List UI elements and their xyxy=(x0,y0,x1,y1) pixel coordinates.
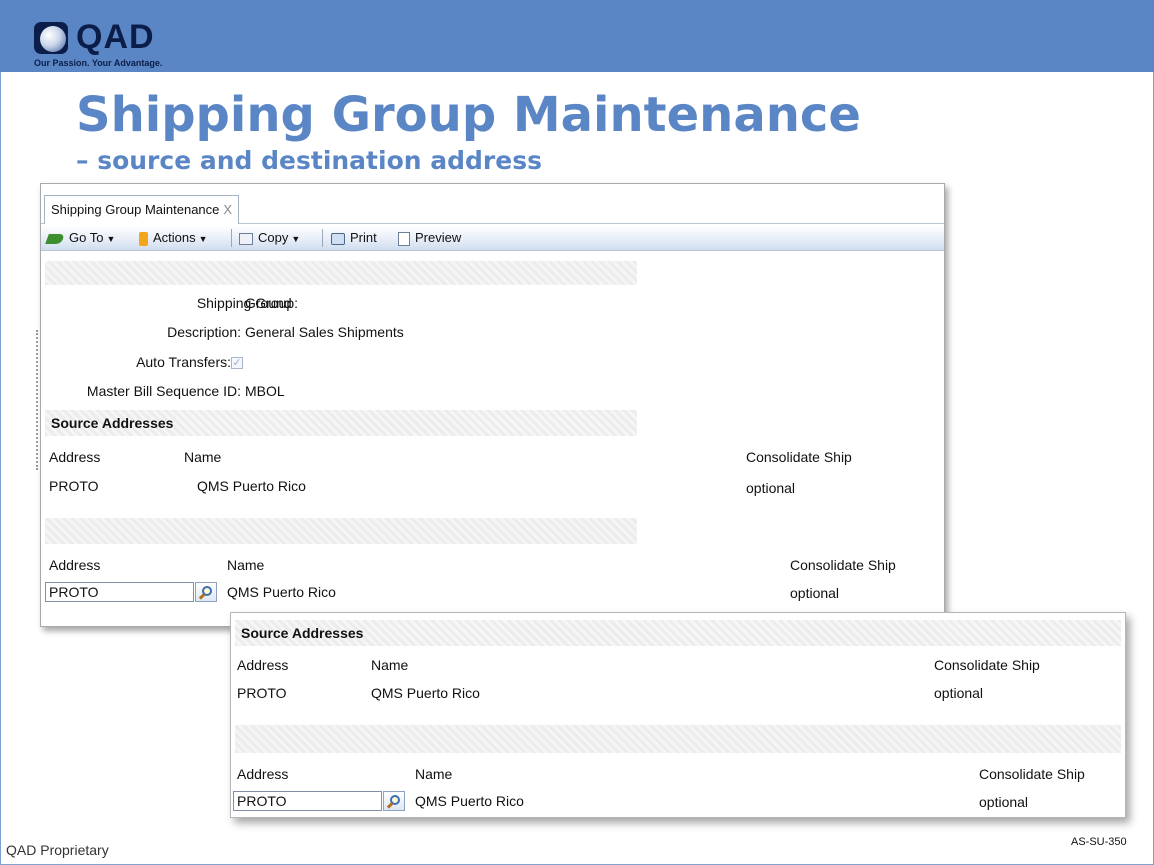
description-value: General Sales Shipments xyxy=(245,324,404,340)
slide-title: Shipping Group Maintenance xyxy=(76,87,861,143)
preview-button[interactable]: Preview xyxy=(398,230,461,246)
preview-label: Preview xyxy=(415,230,462,245)
zoom-edit-header-name: Name xyxy=(415,766,453,782)
copy-button[interactable]: Copy ▼ xyxy=(239,230,300,245)
goto-label: Go To xyxy=(69,230,104,245)
address-lookup-button[interactable] xyxy=(195,582,217,602)
zoom-row-consolidate[interactable]: optional xyxy=(934,685,983,701)
chevron-down-icon: ▼ xyxy=(198,234,208,244)
description-label: Description: xyxy=(167,324,241,340)
printer-icon xyxy=(331,232,345,245)
zoom-address-input[interactable]: PROTO xyxy=(233,791,382,811)
row-name[interactable]: QMS Puerto Rico xyxy=(197,478,306,494)
zoom-row-address[interactable]: PROTO xyxy=(237,685,287,701)
zoom-edit-name-value: QMS Puerto Rico xyxy=(415,793,524,809)
col-header-address: Address xyxy=(49,449,101,465)
actions-icon xyxy=(139,231,148,246)
toolbar-divider xyxy=(231,229,232,247)
goto-button[interactable]: Go To ▼ xyxy=(45,230,116,245)
splitter-handle[interactable] xyxy=(36,330,38,470)
copy-icon xyxy=(239,232,253,245)
zoom-edit-band xyxy=(235,725,1121,753)
actions-button[interactable]: Actions ▼ xyxy=(139,230,208,246)
edit-consolidate-value[interactable]: optional xyxy=(790,585,839,601)
app-window: Shipping Group Maintenance X Go To ▼ Actio… xyxy=(40,183,945,627)
row-consolidate[interactable]: optional xyxy=(746,480,795,496)
tab-close-icon[interactable]: X xyxy=(223,202,232,217)
master-bill-value: MBOL xyxy=(245,383,285,399)
checkbox-checked-icon: ✓ xyxy=(231,357,243,370)
col-header-name: Name xyxy=(184,449,222,465)
logo-tagline: Our Passion. Your Advantage. xyxy=(34,58,163,68)
logo-text: QAD xyxy=(76,18,155,56)
chevron-down-icon: ▼ xyxy=(291,234,301,244)
auto-transfers-checkbox[interactable]: ✓ xyxy=(231,354,243,370)
chevron-down-icon: ▼ xyxy=(106,234,116,244)
zoom-callout: Source Addresses Address Name Consolidat… xyxy=(230,612,1126,818)
edit-name-value: QMS Puerto Rico xyxy=(227,584,336,600)
print-label: Print xyxy=(350,230,377,245)
actions-label: Actions xyxy=(153,230,196,245)
zoom-address-lookup-button[interactable] xyxy=(383,791,405,811)
master-bill-label: Master Bill Sequence ID: xyxy=(86,383,241,399)
qad-logo-icon xyxy=(34,22,68,54)
zoom-edit-header-consolidate: Consolidate Ship xyxy=(979,766,1085,782)
edit-header-address: Address xyxy=(49,557,101,573)
preview-icon xyxy=(398,231,410,246)
source-addresses-header: Source Addresses xyxy=(45,410,637,436)
edit-band xyxy=(45,518,637,544)
toolbar-divider xyxy=(322,229,323,247)
col-header-consolidate: Consolidate Ship xyxy=(746,449,852,465)
tab-shipping-group-maintenance[interactable]: Shipping Group Maintenance X xyxy=(44,195,240,224)
zoom-col-header-consolidate: Consolidate Ship xyxy=(934,657,1040,673)
tab-strip: Shipping Group Maintenance X xyxy=(41,184,944,224)
zoom-edit-header-address: Address xyxy=(237,766,289,782)
edit-header-consolidate: Consolidate Ship xyxy=(790,557,896,573)
slide-subtitle: – source and destination address xyxy=(76,146,542,175)
address-input[interactable]: PROTO xyxy=(45,582,194,602)
form-header-band xyxy=(45,261,637,285)
zoom-source-addresses-header: Source Addresses xyxy=(235,620,1121,646)
footer-slide-code: AS-SU-350 xyxy=(1071,836,1127,848)
row-address[interactable]: PROTO xyxy=(49,478,99,494)
tab-label: Shipping Group Maintenance xyxy=(51,202,220,217)
zoom-col-header-address: Address xyxy=(237,657,289,673)
auto-transfers-label: Auto Transfers: xyxy=(136,354,231,370)
zoom-col-header-name: Name xyxy=(371,657,409,673)
zoom-edit-consolidate-value[interactable]: optional xyxy=(979,794,1028,810)
copy-label: Copy xyxy=(258,230,289,245)
zoom-row-name[interactable]: QMS Puerto Rico xyxy=(371,685,480,701)
print-button[interactable]: Print xyxy=(331,230,377,245)
shipping-group-value: Ground xyxy=(245,295,292,311)
goto-arrow-icon xyxy=(45,233,65,244)
footer-proprietary: QAD Proprietary xyxy=(6,842,109,858)
edit-header-name: Name xyxy=(227,557,265,573)
toolbar: Go To ▼ Actions ▼ Copy ▼ Print Preview xyxy=(41,225,944,251)
header-band: QAD Our Passion. Your Advantage. xyxy=(0,0,1154,72)
